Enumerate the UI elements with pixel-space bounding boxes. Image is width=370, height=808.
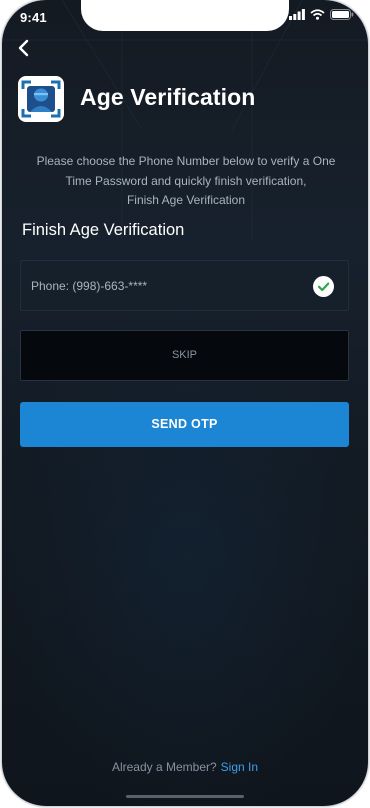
page-title: Age Verification: [80, 84, 256, 110]
phone-number-option[interactable]: Phone: (998)-663-****: [20, 260, 349, 311]
description-line-2: Time Password and quickly finish verific…: [65, 173, 307, 188]
wifi-icon: [310, 9, 325, 20]
section-title: Finish Age Verification: [22, 221, 185, 239]
status-icons: [289, 9, 354, 20]
description-line-1: Please choose the Phone Number below to …: [36, 154, 336, 168]
home-indicator[interactable]: [126, 795, 244, 798]
chevron-left-icon[interactable]: [14, 38, 34, 58]
face-scan-icon: [18, 76, 64, 122]
send-otp-button[interactable]: SEND OTP: [20, 402, 349, 447]
skip-button[interactable]: SKIP: [20, 330, 349, 381]
description-line-3: Finish Age Verification: [126, 193, 246, 207]
already-member-text: Already a Member?: [111, 760, 217, 774]
battery-icon: [330, 9, 354, 20]
status-time: 9:41: [20, 10, 47, 25]
description-text: Please choose the Phone Number below to …: [22, 152, 350, 211]
sign-in-link[interactable]: Sign In: [221, 760, 258, 774]
phone-number-label: Phone: (998)-663-****: [31, 279, 148, 293]
phone-screen: 9:41 Age Verification Please choose the …: [2, 0, 368, 806]
cellular-signal-icon: [289, 9, 305, 20]
footer: Already a Member? Sign In: [2, 760, 368, 774]
check-circle-icon: [313, 276, 334, 297]
camera-notch: [81, 0, 289, 31]
